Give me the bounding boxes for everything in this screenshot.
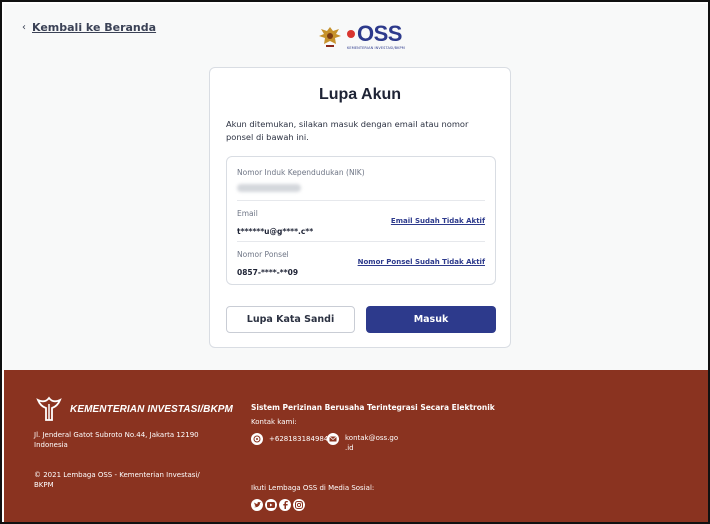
oss-tagline: KEMENTERIAN INVESTASI/BKPM: [347, 46, 405, 50]
page-frame: ‹ Kembali ke Beranda OSS KEMENTERIAN INV…: [0, 0, 710, 524]
phone-row: Nomor Ponsel 0857-****-**09 Nomor Ponsel…: [237, 250, 485, 277]
oss-logo: OSS KEMENTERIAN INVESTASI/BKPM: [317, 23, 405, 50]
instagram-icon[interactable]: [293, 499, 305, 511]
footer-brand: KEMENTERIAN INVESTASI/BKPM: [32, 396, 233, 422]
email-contact[interactable]: kontak@oss.go .id: [327, 433, 398, 453]
nik-row: Nomor Induk Kependudukan (NIK): [237, 168, 485, 192]
main-area: ‹ Kembali ke Beranda OSS KEMENTERIAN INV…: [4, 4, 708, 370]
back-to-home-label: Kembali ke Beranda: [32, 21, 157, 34]
nik-label: Nomor Induk Kependudukan (NIK): [237, 168, 365, 177]
card-description: Akun ditemukan, silakan masuk dengan ema…: [226, 119, 469, 142]
forgot-password-button[interactable]: Lupa Kata Sandi: [226, 306, 355, 333]
social-label: Ikuti Lembaga OSS di Media Sosial:: [251, 484, 375, 492]
footer-address: Jl. Jenderal Gatot Subroto No.44, Jakart…: [34, 430, 199, 450]
contact-label: Kontak kami:: [251, 418, 297, 426]
oss-wordmark: OSS: [347, 23, 405, 45]
email-inactive-link[interactable]: Email Sudah Tidak Aktif: [391, 217, 485, 225]
phone-value: 0857-****-**09: [237, 268, 299, 277]
phone-number: +628183184984: [269, 435, 329, 443]
login-button[interactable]: Masuk: [366, 306, 496, 333]
divider: [237, 241, 485, 242]
ministry-name: KEMENTERIAN INVESTASI/BKPM: [70, 403, 233, 415]
email-value: t******u@g****.c**: [237, 227, 314, 236]
back-to-home-link[interactable]: ‹ Kembali ke Beranda: [22, 21, 156, 34]
youtube-icon[interactable]: [265, 499, 277, 511]
facebook-icon[interactable]: [279, 499, 291, 511]
phone-contact[interactable]: +628183184984: [251, 433, 328, 445]
account-info-panel: Nomor Induk Kependudukan (NIK) Email t**…: [226, 156, 496, 285]
email-address: kontak@oss.go .id: [345, 433, 398, 453]
divider: [237, 200, 485, 201]
ministry-logo-icon: [36, 396, 62, 421]
garuda-emblem-icon: [319, 27, 341, 47]
nik-value-redacted: [237, 184, 301, 192]
country-line: Indonesia: [34, 441, 68, 449]
social-links: [251, 499, 305, 511]
whatsapp-icon: [251, 433, 263, 445]
mail-icon: [327, 433, 339, 445]
email-row: Email t******u@g****.c** Email Sudah Tid…: [237, 209, 485, 236]
twitter-icon[interactable]: [251, 499, 263, 511]
phone-inactive-link[interactable]: Nomor Ponsel Sudah Tidak Aktif: [358, 258, 485, 266]
address-line: Jl. Jenderal Gatot Subroto No.44, Jakart…: [34, 431, 199, 439]
forgot-account-card: Lupa Akun Akun ditemukan, silakan masuk …: [209, 67, 511, 348]
email-address-line: kontak@oss.go: [345, 434, 399, 442]
system-name: Sistem Perizinan Berusaha Terintegrasi S…: [251, 403, 495, 412]
card-title: Lupa Akun: [318, 86, 402, 103]
footer-copyright: © 2021 Lembaga OSS - Kementerian Investa…: [34, 471, 200, 489]
email-address-line: .id: [345, 444, 354, 452]
chevron-left-icon: ‹: [22, 22, 26, 33]
footer: KEMENTERIAN INVESTASI/BKPM Jl. Jenderal …: [4, 370, 708, 522]
